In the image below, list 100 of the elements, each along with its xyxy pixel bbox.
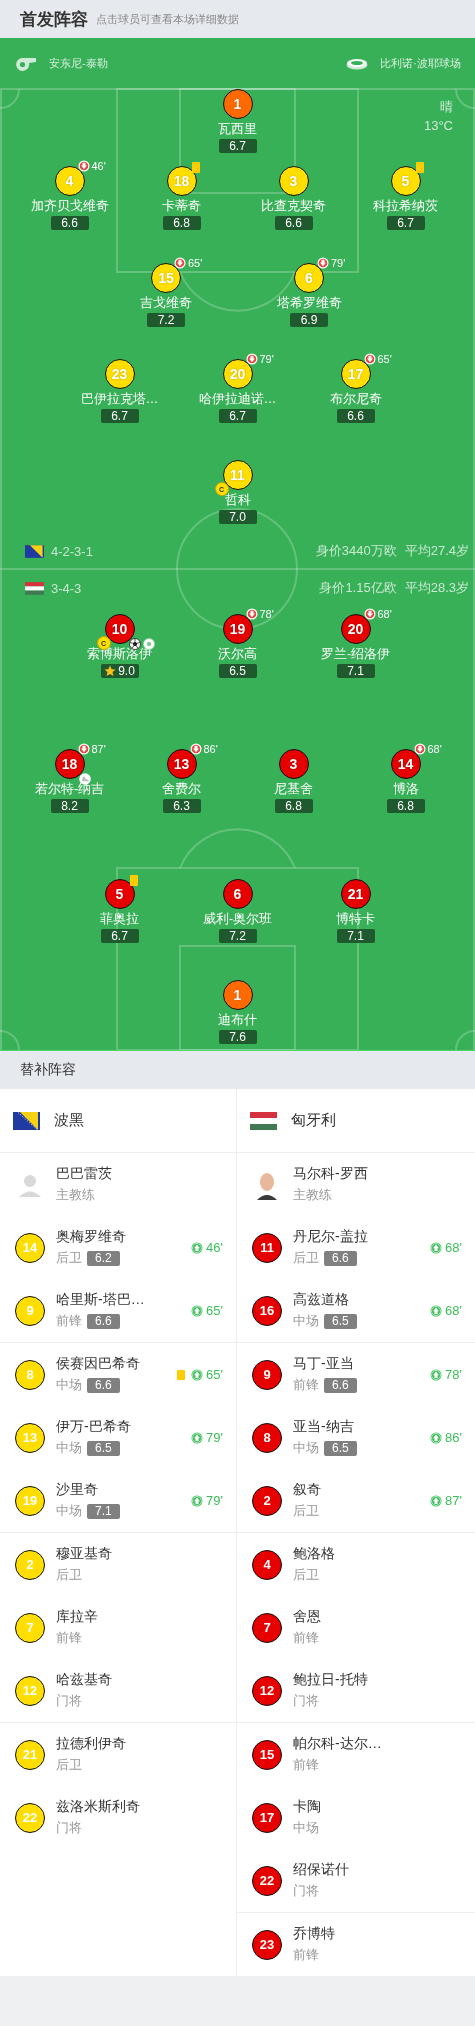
rating-value: 6.7 xyxy=(229,409,246,423)
player-number[interactable]: 2 xyxy=(252,1485,282,1516)
player-number[interactable]: 6 xyxy=(222,879,253,909)
player-position: 后卫 xyxy=(293,1249,319,1267)
player-name[interactable]: 伊万-巴希奇 xyxy=(56,1418,192,1436)
player-name[interactable]: 叙奇 xyxy=(293,1481,431,1499)
substitution-in-icon xyxy=(430,1494,443,1507)
stadium-name: 比利诺·波耶球场 xyxy=(380,56,461,71)
player-name[interactable]: 鲍洛格 xyxy=(293,1545,462,1563)
player-position: 后卫 xyxy=(293,1566,319,1584)
player-number[interactable]: 1 xyxy=(222,980,253,1010)
player-number[interactable]: 17 xyxy=(252,1802,282,1833)
player-number[interactable]: 13 xyxy=(166,749,197,779)
rating-badge: 6.6 xyxy=(324,1250,357,1266)
player-name[interactable]: 乔博特 xyxy=(293,1925,462,1943)
rating-badge: 6.2 xyxy=(87,1250,120,1266)
rating-value: 6.7 xyxy=(397,216,414,230)
player-number[interactable]: 14 xyxy=(390,749,421,779)
substitution-minute: 65' xyxy=(206,1303,223,1318)
player-position: 中场 xyxy=(56,1439,82,1457)
substitution-in-icon xyxy=(430,1431,443,1444)
rating-badge: 6.6 xyxy=(87,1377,120,1393)
player-name[interactable]: 丹尼尔-盖拉 xyxy=(293,1228,431,1246)
whistle-icon xyxy=(15,56,37,71)
player-number[interactable]: 23 xyxy=(252,1929,282,1960)
player-name[interactable]: 帕尔科-达尔… xyxy=(293,1735,462,1753)
player-position: 门将 xyxy=(293,1882,319,1900)
substitution-out-icon xyxy=(363,608,376,620)
player-name[interactable]: 穆亚基奇 xyxy=(56,1545,223,1563)
player-number[interactable]: 4 xyxy=(252,1549,282,1580)
substitution-in-icon xyxy=(430,1241,443,1254)
temperature: 13°C xyxy=(423,118,453,133)
player-position: 中场 xyxy=(293,1439,319,1457)
player-name[interactable]: 拉德利伊奇 xyxy=(56,1735,223,1753)
rating-value: 7.6 xyxy=(229,1030,246,1044)
player-name[interactable]: 兹洛米斯利奇 xyxy=(56,1798,223,1816)
rating-badge: 7.1 xyxy=(87,1503,120,1519)
substitution-minute: 65' xyxy=(188,257,203,269)
coach-name[interactable]: 巴巴雷茨 xyxy=(56,1165,223,1183)
player-position: 前锋 xyxy=(293,1629,319,1647)
booking-card-icon xyxy=(129,875,138,886)
player-number[interactable]: 20 xyxy=(340,614,371,644)
player-name[interactable]: 沙里奇 xyxy=(56,1481,192,1499)
player-name: 布尔尼奇 xyxy=(329,391,382,407)
average-age: 平均27.4岁 xyxy=(404,542,469,560)
rating-value: 6.8 xyxy=(173,216,190,230)
substitution-minute: 46' xyxy=(206,1240,223,1255)
player-name[interactable]: 高兹道格 xyxy=(293,1291,431,1309)
player-number[interactable]: 11 xyxy=(252,1232,282,1263)
player-number[interactable]: 16 xyxy=(252,1295,282,1326)
player-number[interactable]: 18 xyxy=(54,749,85,779)
player-name[interactable]: 亚当-纳吉 xyxy=(293,1418,431,1436)
substitution-out-icon xyxy=(245,608,258,620)
player-position: 中场 xyxy=(56,1376,82,1394)
player-position: 后卫 xyxy=(293,1502,319,1520)
stadium-icon xyxy=(346,57,369,70)
player-name: 若尔特-纳吉 xyxy=(34,781,105,797)
substitution-minute: 79' xyxy=(331,257,346,269)
player-name[interactable]: 舍恩 xyxy=(293,1608,462,1626)
coach-name[interactable]: 马尔科-罗西 xyxy=(293,1165,462,1183)
substitution-in-icon xyxy=(191,1241,204,1254)
player-number[interactable]: 12 xyxy=(252,1675,282,1706)
player-number[interactable]: 8 xyxy=(252,1422,282,1453)
player-name: 迪布什 xyxy=(218,1012,257,1028)
player-number[interactable]: 7 xyxy=(252,1612,282,1643)
player-name[interactable]: 奥梅罗维奇 xyxy=(56,1228,192,1246)
player-number[interactable]: 3 xyxy=(278,749,309,779)
player-number[interactable]: 5 xyxy=(104,879,135,909)
player-name[interactable]: 卡陶 xyxy=(293,1798,462,1816)
player-name[interactable]: 鲍拉日-托特 xyxy=(293,1671,462,1689)
substitution-in-icon xyxy=(430,1368,443,1381)
team-value: 身价1.15亿欧 xyxy=(319,579,397,597)
rating-badge: 6.5 xyxy=(324,1440,357,1456)
player-number[interactable]: 15 xyxy=(252,1739,282,1770)
player-name[interactable]: 绍保诺什 xyxy=(293,1861,462,1879)
player-position: 前锋 xyxy=(56,1312,82,1330)
player-name[interactable]: 哈兹基奇 xyxy=(56,1671,223,1689)
player-name[interactable]: 侯赛因巴希奇 xyxy=(56,1355,178,1373)
rating-value: 6.7 xyxy=(111,409,128,423)
player-name[interactable]: 库拉辛 xyxy=(56,1608,223,1626)
player-name: 科拉希纳茨 xyxy=(373,198,438,214)
substitution-in-icon xyxy=(191,1304,204,1317)
player-position: 后卫 xyxy=(56,1249,82,1267)
rating-value: 6.3 xyxy=(173,799,190,813)
rating-value: 7.2 xyxy=(157,313,175,327)
player-number[interactable]: 19 xyxy=(222,614,253,644)
substitution-out-icon xyxy=(77,160,90,172)
substitution-in-icon xyxy=(430,1304,443,1317)
rating-value: 6.6 xyxy=(285,216,302,230)
rating-value: 6.8 xyxy=(397,799,414,813)
player-number[interactable]: 1 xyxy=(222,89,253,119)
player-number[interactable]: 9 xyxy=(252,1359,282,1390)
player-number[interactable]: 22 xyxy=(252,1865,282,1896)
substitution-minute: 79' xyxy=(206,1493,223,1508)
player-name[interactable]: 哈里斯-塔巴… xyxy=(56,1291,192,1309)
player-name: 博特卡 xyxy=(336,911,375,927)
weather-label: 晴 xyxy=(440,98,453,116)
player-number[interactable]: 21 xyxy=(340,879,371,909)
rating-value: 7.2 xyxy=(229,929,246,943)
player-name[interactable]: 马丁-亚当 xyxy=(293,1355,431,1373)
